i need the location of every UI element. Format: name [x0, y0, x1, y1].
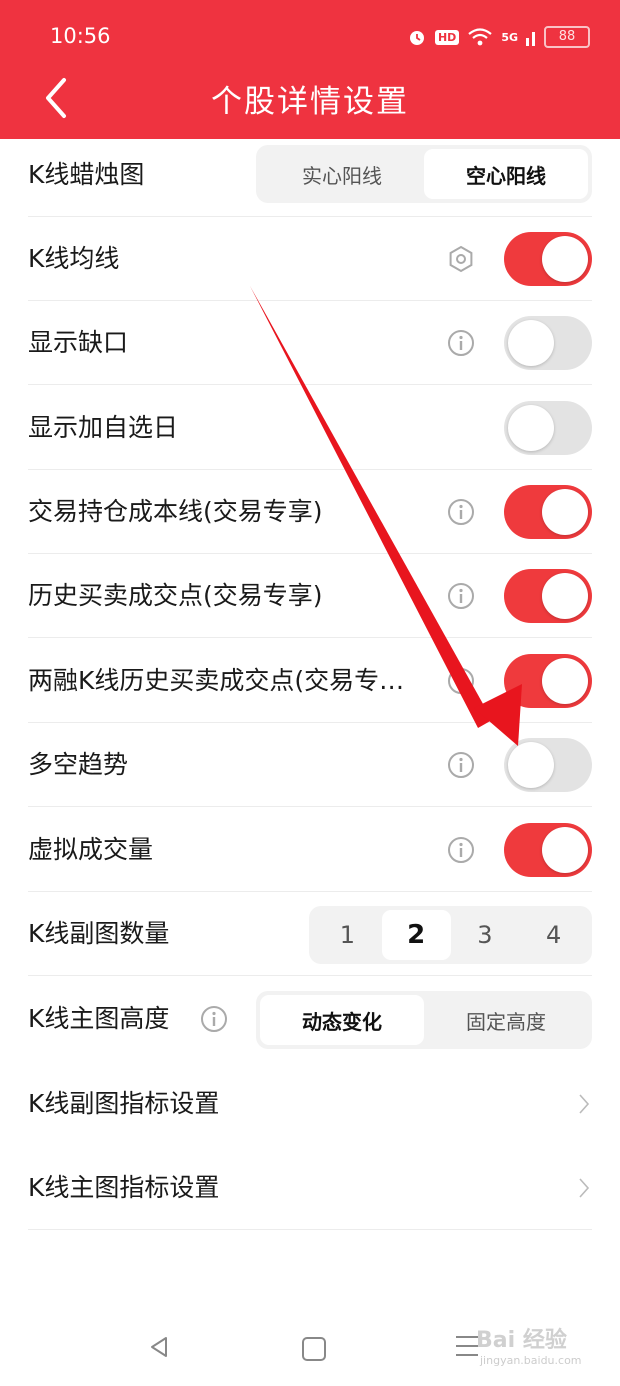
- candle-option-solid[interactable]: 实心阳线: [260, 149, 424, 199]
- row-virtual-volume: 虚拟成交量: [0, 808, 620, 892]
- gap-label: 显示缺口: [28, 328, 129, 357]
- toggle-knob: [542, 573, 588, 619]
- nav-back-icon[interactable]: [148, 1336, 170, 1358]
- ma-toggle[interactable]: [504, 232, 592, 286]
- info-icon[interactable]: [447, 329, 475, 357]
- watermark-url: jingyan.baidu.com: [480, 1354, 582, 1367]
- ma-label: K线均线: [28, 244, 120, 273]
- hd-badge: HD: [434, 29, 460, 45]
- battery-icon: 88: [544, 26, 590, 48]
- add-watch-label: 显示加自选日: [28, 413, 179, 442]
- nav-menu-icon[interactable]: [456, 1336, 478, 1363]
- page-title: 个股详情设置: [211, 84, 409, 120]
- nav-home-icon[interactable]: [302, 1337, 326, 1361]
- toggle-knob: [542, 489, 588, 535]
- cost-line-toggle[interactable]: [504, 485, 592, 539]
- toggle-knob: [542, 827, 588, 873]
- gap-toggle[interactable]: [504, 316, 592, 370]
- divider: [28, 637, 592, 638]
- sub-indicator-label: K线副图指标设置: [28, 1089, 220, 1118]
- history-trades-label: 历史买卖成交点(交易专享): [28, 581, 323, 610]
- row-main-height: K线主图高度 动态变化 固定高度: [0, 977, 620, 1061]
- info-icon[interactable]: [447, 751, 475, 779]
- candle-option-hollow[interactable]: 空心阳线: [424, 149, 588, 199]
- trend-toggle[interactable]: [504, 738, 592, 792]
- history-trades-toggle[interactable]: [504, 569, 592, 623]
- toggle-knob: [542, 658, 588, 704]
- sub-count-option-3[interactable]: 3: [451, 910, 520, 960]
- sub-count-segmented: 1 2 3 4: [309, 906, 592, 964]
- settings-hexagon-icon[interactable]: [446, 244, 476, 274]
- sub-count-option-1[interactable]: 1: [313, 910, 382, 960]
- row-main-indicator[interactable]: K线主图指标设置: [0, 1146, 620, 1230]
- toggle-knob: [508, 405, 554, 451]
- virtual-volume-toggle[interactable]: [504, 823, 592, 877]
- sub-count-label: K线副图数量: [28, 919, 170, 948]
- toggle-knob: [508, 742, 554, 788]
- row-candle: K线蜡烛图 实心阳线 空心阳线: [0, 133, 620, 217]
- candle-segmented: 实心阳线 空心阳线: [256, 145, 592, 203]
- info-icon[interactable]: [447, 667, 475, 695]
- signal-icon: [526, 32, 535, 46]
- app-header: 10:56 HD 5G 88 个股详情设置: [0, 0, 620, 139]
- main-height-option-fixed[interactable]: 固定高度: [424, 995, 588, 1045]
- main-height-label: K线主图高度: [28, 1004, 170, 1033]
- virtual-volume-label: 虚拟成交量: [28, 835, 154, 864]
- row-trend: 多空趋势: [0, 723, 620, 807]
- status-icons: HD 5G 88: [407, 24, 590, 50]
- toggle-knob: [542, 236, 588, 282]
- chevron-right-icon: [579, 1094, 590, 1114]
- cost-line-label: 交易持仓成本线(交易专享): [28, 497, 323, 526]
- main-height-segmented: 动态变化 固定高度: [256, 991, 592, 1049]
- signal-label: 5G: [501, 30, 518, 44]
- info-icon[interactable]: [200, 1005, 228, 1033]
- chevron-right-icon: [579, 1178, 590, 1198]
- candle-label: K线蜡烛图: [28, 160, 145, 189]
- margin-trades-label: 两融K线历史买卖成交点(交易专…: [28, 666, 405, 695]
- alarm-icon: [409, 31, 424, 45]
- add-watch-toggle[interactable]: [504, 401, 592, 455]
- divider: [28, 806, 592, 807]
- divider: [28, 975, 592, 976]
- row-ma: K线均线: [0, 217, 620, 301]
- info-icon[interactable]: [447, 836, 475, 864]
- info-icon[interactable]: [447, 582, 475, 610]
- row-history-trades: 历史买卖成交点(交易专享): [0, 554, 620, 638]
- trend-label: 多空趋势: [28, 750, 129, 779]
- wifi-icon: [468, 28, 493, 46]
- sub-count-option-2[interactable]: 2: [381, 910, 451, 960]
- divider: [28, 384, 592, 385]
- row-cost-line: 交易持仓成本线(交易专享): [0, 470, 620, 554]
- divider: [28, 1229, 592, 1230]
- sub-count-option-4[interactable]: 4: [519, 910, 588, 960]
- main-indicator-label: K线主图指标设置: [28, 1173, 220, 1202]
- row-gap: 显示缺口: [0, 301, 620, 385]
- margin-trades-toggle[interactable]: [504, 654, 592, 708]
- row-sub-count: K线副图数量 1 2 3 4: [0, 892, 620, 976]
- info-icon[interactable]: [447, 498, 475, 526]
- row-margin-trades: 两融K线历史买卖成交点(交易专…: [0, 639, 620, 723]
- watermark: Bai 经验: [476, 1328, 567, 1353]
- row-add-watch: 显示加自选日: [0, 386, 620, 470]
- row-sub-indicator[interactable]: K线副图指标设置: [0, 1062, 620, 1146]
- status-time: 10:56: [50, 24, 111, 48]
- main-height-option-dynamic[interactable]: 动态变化: [260, 995, 424, 1045]
- toggle-knob: [508, 320, 554, 366]
